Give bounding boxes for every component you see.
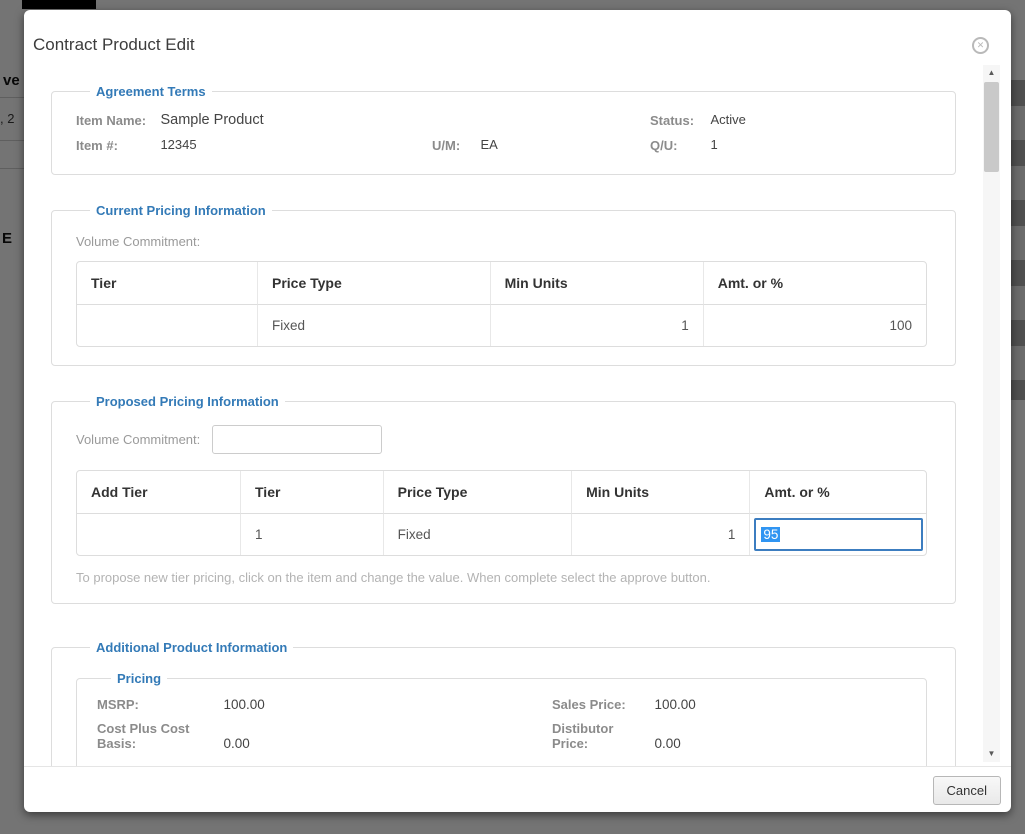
amt-or-pct-input[interactable]: 95 <box>754 518 923 551</box>
qu-label: Q/U: <box>650 136 706 153</box>
proposed-volume-commitment-label: Volume Commitment: <box>76 432 200 447</box>
contract-product-edit-modal: Contract Product Edit ✕ Agreement Terms … <box>24 10 1011 812</box>
column-header-amt: Amt. or % <box>703 262 926 305</box>
scrollbar-thumb[interactable] <box>984 82 999 172</box>
um-label: U/M: <box>432 136 476 153</box>
um-value: EA <box>480 137 497 152</box>
msrp-label: MSRP: <box>97 697 219 712</box>
modal-footer: Cancel <box>24 766 1011 812</box>
cell-price-type: Fixed <box>257 305 490 346</box>
pricing-row: MSRP: 100.00 Sales Price: 100.00 <box>97 696 904 714</box>
table-row: Fixed 1 100 <box>77 305 926 346</box>
cell-tier <box>77 305 257 346</box>
column-header-tier: Tier <box>77 262 257 305</box>
current-volume-commitment-label: Volume Commitment: <box>76 234 927 249</box>
agreement-row: Item Name: Sample Product Status: Active <box>76 111 927 129</box>
sales-price-value: 100.00 <box>654 697 695 712</box>
amt-selected-text: 95 <box>761 527 780 542</box>
cell-add-tier[interactable] <box>77 514 240 555</box>
item-number-value: 12345 <box>160 137 196 152</box>
column-header-min-units: Min Units <box>571 471 749 514</box>
scroll-up-icon[interactable]: ▲ <box>983 65 1000 81</box>
agreement-terms-section: Agreement Terms Item Name: Sample Produc… <box>51 84 956 175</box>
agreement-row: Item #: 12345 U/M: EA Q/U: 1 <box>76 136 927 154</box>
proposed-pricing-help-text: To propose new tier pricing, click on th… <box>76 570 927 585</box>
cost-plus-label: Cost Plus Cost Basis: <box>97 721 219 751</box>
volume-commitment-input[interactable] <box>212 425 382 454</box>
pricing-subsection: Pricing MSRP: 100.00 Sales Price: 100.00… <box>76 671 927 766</box>
column-header-price-type: Price Type <box>383 471 571 514</box>
status-value: Active <box>710 112 745 127</box>
qu-value: 1 <box>710 137 717 152</box>
current-pricing-section: Current Pricing Information Volume Commi… <box>51 203 956 366</box>
additional-product-legend: Additional Product Information <box>90 640 293 655</box>
cell-price-type[interactable]: Fixed <box>383 514 571 555</box>
column-header-tier: Tier <box>240 471 383 514</box>
proposed-pricing-table: Add Tier Tier Price Type Min Units Amt. … <box>76 470 927 556</box>
column-header-add-tier: Add Tier <box>77 471 240 514</box>
table-header-row: Tier Price Type Min Units Amt. or % <box>77 262 926 305</box>
table-row: 1 Fixed 1 95 <box>77 514 926 555</box>
sales-price-label: Sales Price: <box>552 697 650 712</box>
cell-tier[interactable]: 1 <box>240 514 383 555</box>
msrp-value: 100.00 <box>223 697 264 712</box>
column-header-price-type: Price Type <box>257 262 490 305</box>
modal-content: Agreement Terms Item Name: Sample Produc… <box>24 68 1011 766</box>
cell-amt: 95 <box>749 514 926 555</box>
current-pricing-table: Tier Price Type Min Units Amt. or % Fixe… <box>76 261 927 347</box>
cancel-button[interactable]: Cancel <box>933 776 1001 805</box>
additional-product-section: Additional Product Information Pricing M… <box>51 640 956 766</box>
item-name-value: Sample Product <box>160 112 263 128</box>
cell-amt: 100 <box>703 305 926 346</box>
column-header-min-units: Min Units <box>490 262 703 305</box>
scroll-down-icon[interactable]: ▼ <box>983 746 1000 762</box>
agreement-terms-legend: Agreement Terms <box>90 84 212 99</box>
close-icon: ✕ <box>977 40 985 50</box>
item-number-label: Item #: <box>76 136 156 153</box>
close-button[interactable]: ✕ <box>972 37 989 54</box>
modal-header: Contract Product Edit ✕ <box>24 10 1011 68</box>
current-pricing-legend: Current Pricing Information <box>90 203 272 218</box>
proposed-pricing-legend: Proposed Pricing Information <box>90 394 285 409</box>
modal-title: Contract Product Edit <box>33 35 195 55</box>
item-name-label: Item Name: <box>76 111 156 128</box>
status-label: Status: <box>650 111 706 128</box>
pricing-legend: Pricing <box>111 671 167 686</box>
pricing-row: Cost Plus Cost Basis: 0.00 Distibutor Pr… <box>97 721 904 753</box>
table-header-row: Add Tier Tier Price Type Min Units Amt. … <box>77 471 926 514</box>
cost-plus-value: 0.00 <box>223 736 249 751</box>
proposed-pricing-section: Proposed Pricing Information Volume Comm… <box>51 394 956 604</box>
cell-min-units: 1 <box>490 305 703 346</box>
column-header-amt: Amt. or % <box>749 471 926 514</box>
volume-commitment-row: Volume Commitment: <box>76 425 927 454</box>
cell-min-units[interactable]: 1 <box>571 514 749 555</box>
modal-scrollbar[interactable]: ▲ ▼ <box>983 65 1000 762</box>
distributor-price-label: Distibutor Price: <box>552 721 650 751</box>
distributor-price-value: 0.00 <box>654 736 680 751</box>
